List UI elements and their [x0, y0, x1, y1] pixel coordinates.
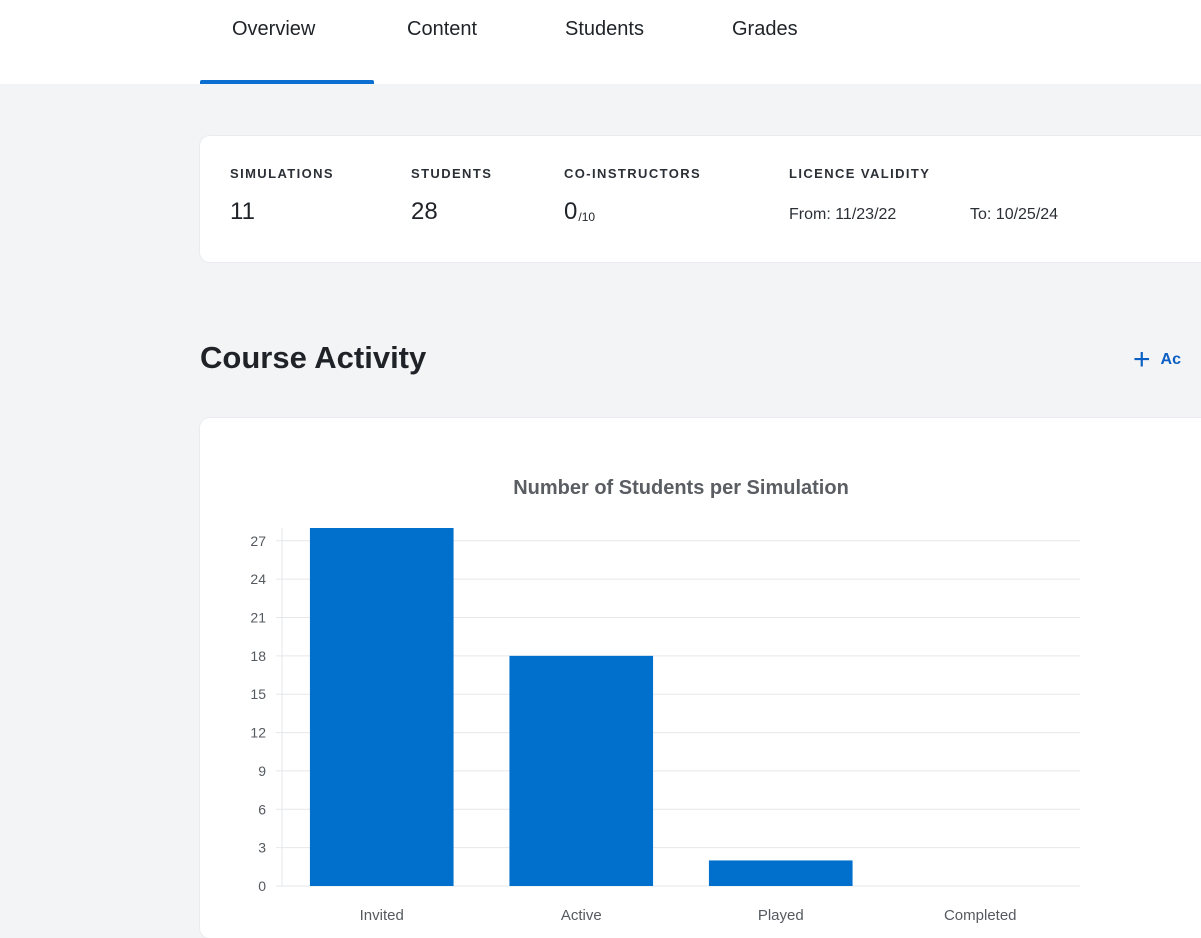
course-stats-card: SIMULATIONS 11 STUDENTS 28 CO-INSTRUCTOR…	[200, 136, 1201, 262]
chart-title: Number of Students per Simulation	[513, 477, 849, 499]
x-tick-label: Active	[561, 907, 602, 924]
bar-chart: Number of Students per Simulation 0 3 6 9 12 1…	[250, 477, 1080, 924]
active-tab-indicator	[200, 80, 374, 84]
y-tick-label: 18	[250, 648, 266, 664]
y-tick-label: 21	[250, 610, 266, 626]
chart-card: Number of Students per Simulation 0 3 6 9 12 1…	[200, 418, 1201, 938]
plus-icon: +	[1133, 343, 1151, 376]
y-tick-label: 24	[250, 571, 266, 587]
add-button[interactable]: + Ac	[1133, 344, 1181, 376]
tab-overview[interactable]: Overview	[232, 18, 315, 41]
x-tick-label: Invited	[360, 907, 404, 924]
x-tick-label: Played	[758, 907, 804, 924]
y-tick-label: 6	[258, 801, 266, 817]
licence-from: From: 11/23/22	[789, 206, 897, 223]
students-value: 28	[411, 198, 438, 225]
co-instructors-count: 0	[564, 198, 578, 225]
x-tick-label: Completed	[944, 907, 1017, 924]
tab-students[interactable]: Students	[565, 18, 644, 41]
top-nav: Overview Content Students Grades	[0, 0, 1201, 84]
students-label: STUDENTS	[411, 166, 493, 181]
y-tick-label: 3	[258, 840, 266, 856]
y-tick-label: 9	[258, 763, 266, 779]
y-tick-label: 15	[250, 686, 266, 702]
co-instructors-label: CO-INSTRUCTORS	[564, 166, 702, 181]
bar-invited	[309, 528, 454, 886]
co-instructors-max: /10	[578, 210, 596, 224]
tab-content[interactable]: Content	[407, 18, 477, 41]
co-instructors-value: 0/10	[564, 198, 595, 226]
licence-to: To: 10/25/24	[970, 206, 1059, 223]
add-button-label: Ac	[1160, 351, 1181, 368]
y-tick-label: 12	[250, 725, 266, 741]
section-title: Course Activity	[200, 340, 427, 375]
y-tick-label: 0	[258, 878, 266, 894]
bar-played	[708, 860, 853, 886]
simulations-value: 11	[230, 198, 255, 225]
y-tick-label: 27	[250, 533, 266, 549]
bar-active	[509, 655, 654, 886]
licence-validity-label: LICENCE VALIDITY	[789, 166, 931, 181]
tab-grades[interactable]: Grades	[732, 18, 798, 41]
simulations-label: SIMULATIONS	[230, 166, 334, 181]
